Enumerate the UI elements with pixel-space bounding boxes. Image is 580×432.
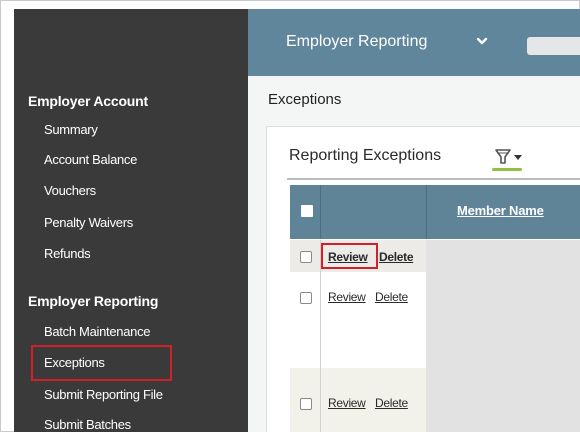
page-title: Exceptions bbox=[268, 91, 342, 108]
sidebar-item-summary[interactable]: Summary bbox=[44, 122, 98, 137]
employer-reporting-menu[interactable]: Employer Reporting bbox=[286, 33, 427, 51]
sidebar-nav: Employer Account Summary Account Balance… bbox=[14, 9, 248, 432]
delete-link[interactable]: Delete bbox=[375, 396, 408, 410]
row-data-cell bbox=[426, 240, 580, 272]
filter-active-indicator bbox=[492, 168, 522, 171]
sidebar-item-submit-reporting-file[interactable]: Submit Reporting File bbox=[44, 387, 163, 402]
review-link[interactable]: Review bbox=[328, 290, 366, 304]
top-search-field[interactable] bbox=[527, 37, 580, 55]
review-link[interactable]: Review bbox=[328, 396, 366, 410]
column-divider bbox=[426, 185, 427, 239]
sidebar-item-refunds[interactable]: Refunds bbox=[44, 246, 91, 261]
sidebar-item-vouchers[interactable]: Vouchers bbox=[44, 183, 96, 198]
row-data-cell bbox=[426, 272, 580, 368]
panel-title: Reporting Exceptions bbox=[289, 147, 442, 164]
sidebar-item-penalty-waivers[interactable]: Penalty Waivers bbox=[44, 215, 133, 230]
table-row: Review Delete bbox=[290, 272, 580, 368]
review-highlight-box bbox=[321, 243, 378, 269]
top-nav-bar: Employer Reporting bbox=[248, 9, 580, 76]
main-content: Exceptions Reporting Exceptions Member N… bbox=[248, 76, 580, 432]
member-name-column-header[interactable]: Member Name bbox=[457, 203, 544, 218]
sidebar-heading-employer-reporting: Employer Reporting bbox=[28, 293, 159, 309]
row-checkbox[interactable] bbox=[300, 292, 312, 304]
sidebar-item-account-balance[interactable]: Account Balance bbox=[44, 152, 137, 167]
panel-divider bbox=[287, 178, 580, 180]
sidebar-item-submit-batches[interactable]: Submit Batches bbox=[44, 417, 131, 432]
row-checkbox[interactable] bbox=[300, 398, 312, 410]
table-row: Review Delete bbox=[290, 240, 580, 272]
row-data-cell bbox=[426, 368, 580, 432]
app-window: Employer Account Summary Account Balance… bbox=[0, 0, 580, 432]
row-column-divider bbox=[320, 368, 321, 432]
delete-link[interactable]: Delete bbox=[379, 250, 414, 264]
sidebar-selection-highlight bbox=[31, 345, 172, 381]
row-column-divider bbox=[320, 272, 321, 368]
chevron-down-icon[interactable] bbox=[476, 32, 488, 50]
table-row: Review Delete bbox=[290, 368, 580, 432]
delete-link[interactable]: Delete bbox=[375, 290, 408, 304]
row-checkbox[interactable] bbox=[300, 251, 312, 263]
table-header: Member Name bbox=[290, 185, 580, 239]
reporting-exceptions-panel: Reporting Exceptions Member Name Review … bbox=[266, 126, 580, 432]
sidebar-item-batch-maintenance[interactable]: Batch Maintenance bbox=[44, 324, 151, 339]
filter-dropdown-icon[interactable] bbox=[494, 147, 524, 167]
column-divider bbox=[320, 185, 321, 239]
sidebar-heading-employer-account: Employer Account bbox=[28, 93, 148, 109]
select-all-checkbox[interactable] bbox=[301, 205, 313, 217]
